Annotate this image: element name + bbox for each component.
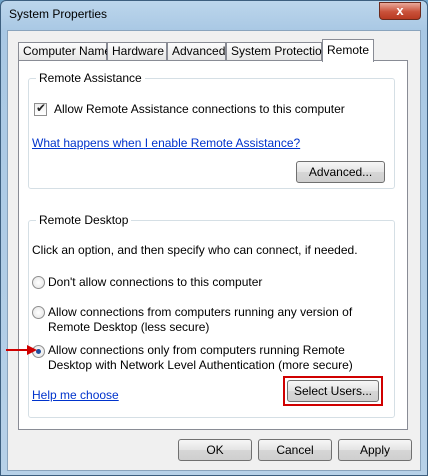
apply-button[interactable]: Apply — [338, 439, 412, 461]
remote-tab-panel: Remote Assistance ✔ Allow Remote Assista… — [18, 60, 408, 430]
cancel-button[interactable]: Cancel — [258, 439, 332, 461]
checkmark-icon: ✔ — [36, 101, 47, 115]
allow-remote-assistance-checkbox[interactable]: ✔ — [34, 101, 47, 116]
select-users-button[interactable]: Select Users... — [287, 380, 379, 402]
radio-allow-any-label-line1[interactable]: Allow connections from computers running… — [48, 305, 352, 319]
system-properties-window: System Properties x Computer Name Hardwa… — [0, 0, 428, 476]
radio-dont-allow-label[interactable]: Don't allow connections to this computer — [48, 275, 262, 289]
tab-system-protection[interactable]: System Protection — [226, 42, 328, 61]
radio-allow-any-label-line2[interactable]: Remote Desktop (less secure) — [48, 320, 209, 334]
advanced-button[interactable]: Advanced... — [296, 161, 385, 183]
radio-allow-any-version[interactable] — [32, 306, 45, 319]
radio-dont-allow[interactable] — [32, 276, 45, 289]
tab-remote[interactable]: Remote — [322, 39, 374, 62]
remote-desktop-group-label: Remote Desktop — [36, 213, 132, 227]
remote-desktop-group: Remote Desktop Click an option, and then… — [28, 213, 395, 418]
allow-remote-assistance-label[interactable]: Allow Remote Assistance connections to t… — [54, 102, 345, 116]
close-button[interactable]: x — [379, 2, 421, 20]
remote-assistance-help-link[interactable]: What happens when I enable Remote Assist… — [32, 136, 300, 150]
tab-hardware[interactable]: Hardware — [107, 42, 167, 61]
remote-assistance-group-label: Remote Assistance — [36, 71, 145, 85]
window-title: System Properties — [9, 7, 108, 21]
radio-allow-nla-label-line2[interactable]: Desktop with Network Level Authenticatio… — [48, 358, 353, 372]
dialog-client-area: Computer Name Hardware Advanced System P… — [7, 30, 421, 471]
tab-computer-name[interactable]: Computer Name — [18, 42, 111, 61]
annotation-arrow-icon — [6, 345, 37, 355]
close-icon: x — [396, 3, 404, 18]
radio-allow-nla-label-line1[interactable]: Allow connections only from computers ru… — [48, 343, 345, 357]
tab-advanced[interactable]: Advanced — [167, 42, 226, 61]
ok-button[interactable]: OK — [178, 439, 252, 461]
help-me-choose-link[interactable]: Help me choose — [32, 388, 119, 402]
remote-assistance-group: Remote Assistance ✔ Allow Remote Assista… — [28, 71, 395, 189]
title-bar[interactable]: System Properties x — [1, 1, 427, 29]
remote-desktop-instructions: Click an option, and then specify who ca… — [32, 243, 358, 257]
